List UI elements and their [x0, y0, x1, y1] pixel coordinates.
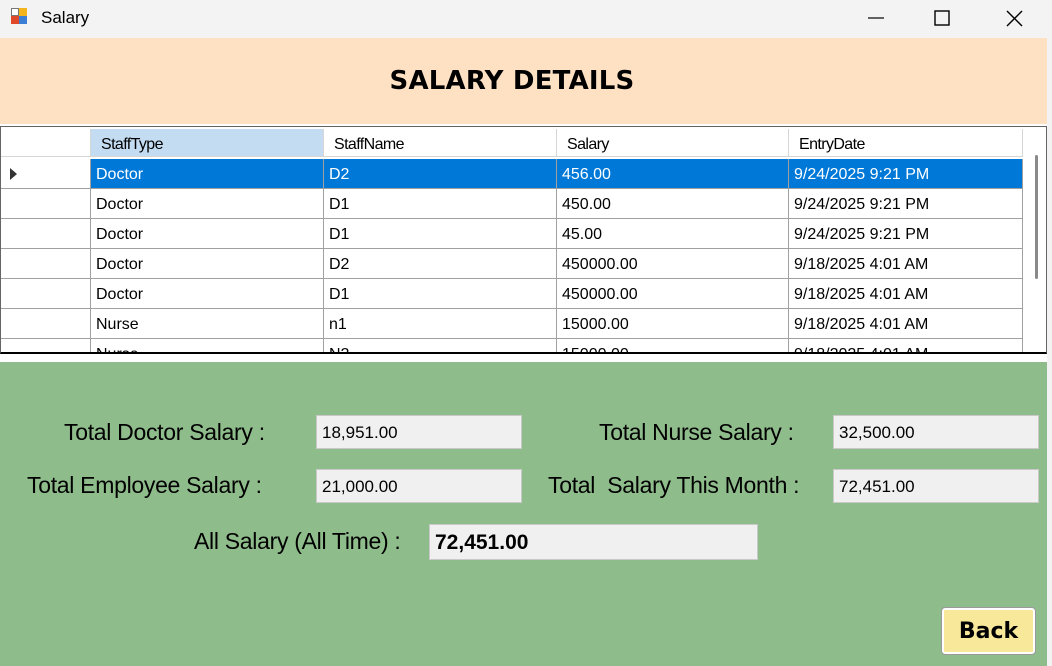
table-row[interactable]: Doctor D1 450000.00 9/18/2025 4:01 AM: [1, 279, 1023, 309]
total-doctor-salary-field[interactable]: 18,951.00: [316, 415, 522, 449]
cell-stafftype[interactable]: Doctor: [91, 189, 324, 219]
column-header-salary[interactable]: Salary: [557, 129, 789, 157]
cell-staffname[interactable]: n1: [324, 309, 557, 339]
row-header[interactable]: [1, 189, 91, 219]
minimize-button[interactable]: [842, 0, 912, 38]
cell-entrydate[interactable]: 9/18/2025 4:01 AM: [789, 249, 1023, 279]
row-header[interactable]: [1, 249, 91, 279]
total-employee-salary-label: Total Employee Salary :: [27, 472, 262, 498]
total-employee-salary-field[interactable]: 21,000.00: [316, 469, 522, 503]
total-doctor-salary-label: Total Doctor Salary :: [64, 419, 265, 445]
header-banner: SALARY DETAILS: [0, 38, 1052, 124]
total-salary-this-month-label: Total Salary This Month :: [548, 472, 800, 498]
row-header-corner: [1, 129, 91, 157]
maximize-button[interactable]: [908, 0, 978, 38]
cell-entrydate[interactable]: 9/24/2025 9:21 PM: [789, 189, 1023, 219]
cell-staffname[interactable]: D2: [324, 249, 557, 279]
title-bar: Salary: [0, 0, 1052, 38]
row-header[interactable]: [1, 159, 91, 189]
cell-stafftype[interactable]: Nurse: [91, 339, 324, 352]
cell-salary[interactable]: 15000.00: [557, 309, 789, 339]
cell-entrydate[interactable]: 9/24/2025 9:21 PM: [789, 159, 1023, 189]
table-row[interactable]: Doctor D1 45.00 9/24/2025 9:21 PM: [1, 219, 1023, 249]
total-nurse-salary-label: Total Nurse Salary :: [599, 419, 794, 445]
salary-grid[interactable]: StaffType StaffName Salary EntryDate Doc…: [0, 126, 1047, 354]
all-salary-field[interactable]: 72,451.00: [429, 524, 758, 560]
scrollbar-thumb[interactable]: [1035, 155, 1038, 279]
row-header[interactable]: [1, 279, 91, 309]
window-edge: [1047, 38, 1052, 666]
cell-salary[interactable]: 450000.00: [557, 249, 789, 279]
column-header-entrydate[interactable]: EntryDate: [789, 129, 1023, 157]
cell-salary[interactable]: 45.00: [557, 219, 789, 249]
grid-header: StaffType StaffName Salary EntryDate: [1, 129, 1023, 157]
minimize-icon: [868, 17, 884, 19]
row-header[interactable]: [1, 309, 91, 339]
cell-stafftype[interactable]: Doctor: [91, 249, 324, 279]
current-row-arrow-icon: [10, 168, 17, 180]
app-icon: [10, 7, 30, 27]
cell-entrydate[interactable]: 9/18/2025 4:01 AM: [789, 309, 1023, 339]
table-row[interactable]: Doctor D2 456.00 9/24/2025 9:21 PM: [1, 159, 1023, 189]
cell-entrydate[interactable]: 9/18/2025 4:01 AM: [789, 339, 1023, 352]
table-row[interactable]: Doctor D2 450000.00 9/18/2025 4:01 AM: [1, 249, 1023, 279]
maximize-icon: [934, 10, 950, 26]
window-title: Salary: [41, 8, 90, 27]
table-row[interactable]: Doctor D1 450.00 9/24/2025 9:21 PM: [1, 189, 1023, 219]
table-row[interactable]: Nurse n1 15000.00 9/18/2025 4:01 AM: [1, 309, 1023, 339]
cell-stafftype[interactable]: Doctor: [91, 219, 324, 249]
total-salary-this-month-field[interactable]: 72,451.00: [833, 469, 1039, 503]
cell-staffname[interactable]: D1: [324, 219, 557, 249]
close-icon: [1006, 10, 1023, 27]
cell-stafftype[interactable]: Doctor: [91, 279, 324, 309]
row-header[interactable]: [1, 339, 91, 352]
cell-stafftype[interactable]: Nurse: [91, 309, 324, 339]
column-header-staffname[interactable]: StaffName: [324, 129, 557, 157]
vertical-scrollbar[interactable]: [1023, 129, 1046, 352]
cell-salary[interactable]: 450.00: [557, 189, 789, 219]
cell-stafftype[interactable]: Doctor: [91, 159, 324, 189]
page-title: SALARY DETAILS: [389, 66, 635, 96]
all-salary-label: All Salary (All Time) :: [194, 528, 401, 554]
cell-staffname[interactable]: N2: [324, 339, 557, 352]
back-button[interactable]: Back: [941, 607, 1036, 655]
cell-staffname[interactable]: D1: [324, 189, 557, 219]
column-header-stafftype[interactable]: StaffType: [91, 129, 324, 157]
cell-staffname[interactable]: D2: [324, 159, 557, 189]
cell-salary[interactable]: 450000.00: [557, 279, 789, 309]
cell-salary[interactable]: 456.00: [557, 159, 789, 189]
cell-salary[interactable]: 15000.00: [557, 339, 789, 352]
cell-entrydate[interactable]: 9/18/2025 4:01 AM: [789, 279, 1023, 309]
cell-staffname[interactable]: D1: [324, 279, 557, 309]
summary-panel: Total Doctor Salary : 18,951.00 Total Nu…: [0, 362, 1047, 666]
total-nurse-salary-field[interactable]: 32,500.00: [833, 415, 1039, 449]
table-row[interactable]: NurseN215000.009/18/2025 4:01 AM: [1, 339, 1023, 352]
row-header[interactable]: [1, 219, 91, 249]
cell-entrydate[interactable]: 9/24/2025 9:21 PM: [789, 219, 1023, 249]
close-button[interactable]: [980, 0, 1050, 38]
